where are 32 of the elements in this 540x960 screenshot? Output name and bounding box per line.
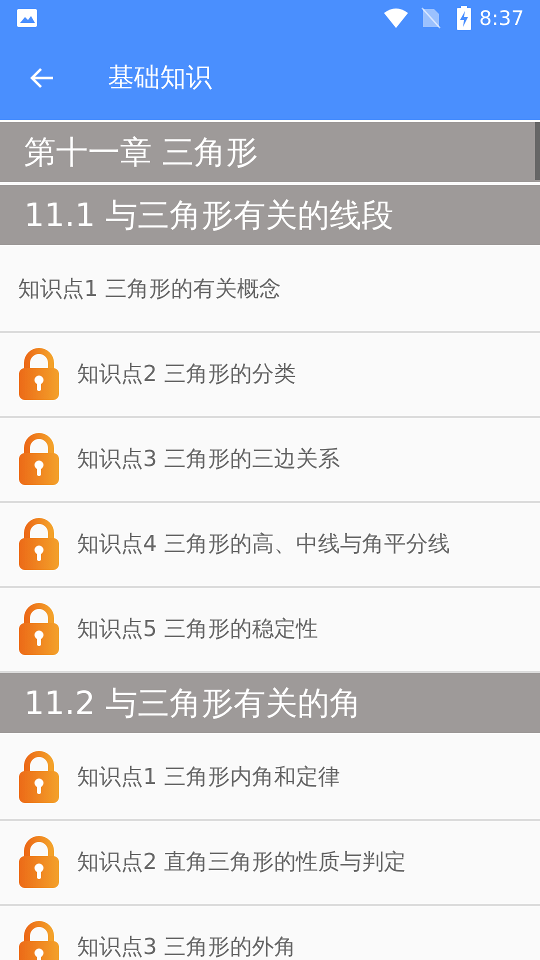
lesson-item[interactable]: 知识点1 三角形内角和定律 (0, 736, 540, 821)
padlock-icon (17, 836, 61, 890)
lesson-title: 知识点2 直角三角形的性质与判定 (77, 849, 406, 877)
scrollbar (535, 122, 540, 180)
lesson-title: 知识点3 三角形的三边关系 (77, 446, 340, 474)
section-header: 11.2 与三角形有关的角 (0, 673, 540, 733)
section-header: 11.1 与三角形有关的线段 (0, 185, 540, 245)
screen-title: 基础知识 (108, 62, 212, 94)
lesson-title: 知识点4 三角形的高、中线与角平分线 (77, 531, 450, 559)
padlock-icon (17, 432, 61, 486)
lesson-item[interactable]: 知识点2 三角形的分类 (0, 333, 540, 418)
lesson-item[interactable]: 知识点3 三角形的三边关系 (0, 418, 540, 503)
image-icon (16, 8, 38, 28)
lesson-item[interactable]: 知识点3 三角形的外角 (0, 906, 540, 960)
lesson-title: 知识点5 三角形的稳定性 (77, 616, 318, 644)
back-arrow-icon (29, 66, 55, 90)
padlock-icon (17, 518, 61, 572)
lesson-title: 知识点1 三角形内角和定律 (77, 764, 340, 792)
lesson-title: 知识点2 三角形的分类 (77, 361, 296, 389)
lesson-item[interactable]: 知识点2 直角三角形的性质与判定 (0, 821, 540, 906)
no-sim-icon (421, 7, 442, 29)
lesson-item[interactable]: 知识点1 三角形的有关概念 (0, 248, 540, 333)
battery-charging-icon (457, 6, 472, 30)
lesson-item[interactable]: 知识点4 三角形的高、中线与角平分线 (0, 503, 540, 588)
padlock-icon (17, 602, 61, 656)
status-time: 8:37 (479, 5, 524, 32)
chapter-header: 第十一章 三角形 (0, 122, 540, 182)
padlock-icon (17, 348, 61, 402)
lesson-title: 知识点1 三角形的有关概念 (18, 276, 281, 304)
wifi-icon (383, 8, 410, 28)
padlock-icon (17, 750, 61, 804)
lesson-title: 知识点3 三角形的外角 (77, 934, 296, 960)
